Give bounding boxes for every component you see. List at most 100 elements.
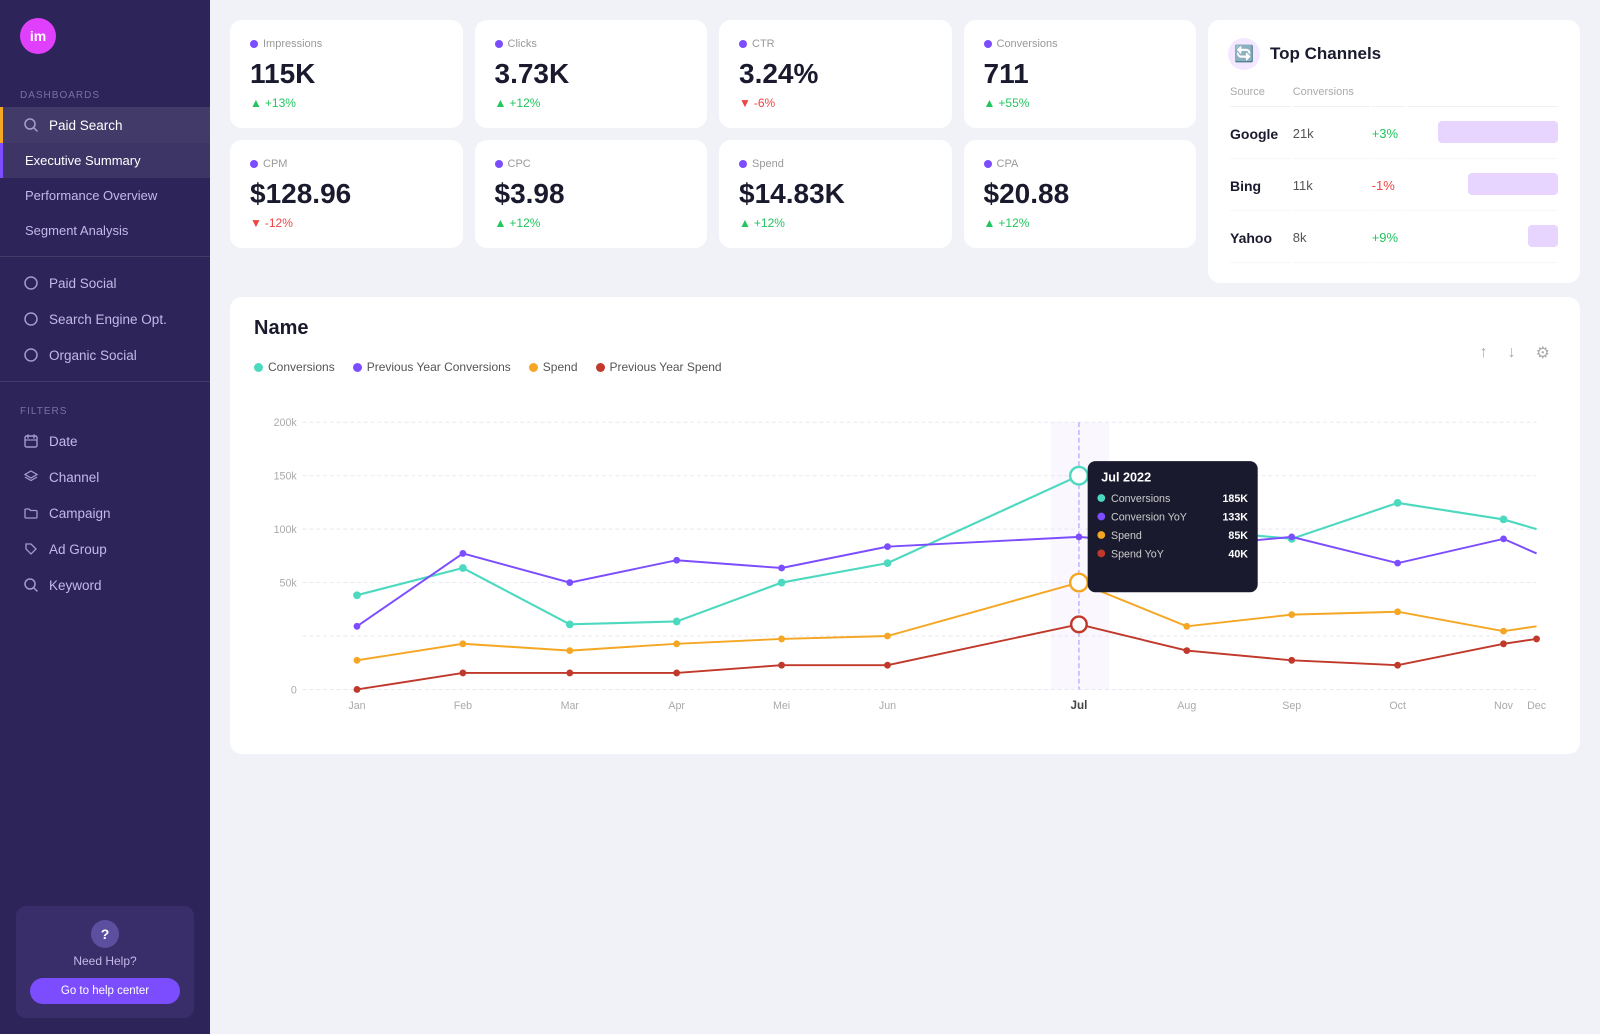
sidebar-item-label: Executive Summary (25, 153, 141, 168)
chart-download-button[interactable]: ↓ (1502, 341, 1522, 365)
legend-item: Previous Year Conversions (353, 360, 511, 374)
metric-cpa: CPA $20.88 ▲ +12% (964, 140, 1197, 248)
help-text: Need Help? (30, 954, 180, 968)
col-conversions: Conversions (1293, 86, 1370, 107)
channel-change: +9% (1372, 213, 1405, 263)
metric-value: 711 (984, 58, 1177, 90)
arrow-up-icon: ▲ (739, 216, 751, 230)
arrow-down-icon: ▼ (250, 216, 262, 230)
chart-tooltip: Jul 2022 Conversions 185K Conversion YoY… (1088, 461, 1258, 592)
metric-value: $20.88 (984, 178, 1177, 210)
folder-icon (23, 505, 39, 521)
chart-title: Name (254, 317, 1474, 340)
sidebar-item-executive-summary[interactable]: Executive Summary (0, 143, 210, 178)
channel-source: Yahoo (1230, 213, 1291, 263)
logo-icon: im (20, 18, 56, 54)
calendar-icon (23, 433, 39, 449)
svg-text:Dec: Dec (1527, 700, 1547, 712)
channels-icon: 🔄 (1228, 38, 1260, 70)
sidebar-item-segment-analysis[interactable]: Segment Analysis (0, 213, 210, 248)
sidebar-item-organic-social[interactable]: Organic Social (0, 337, 210, 373)
svg-text:Spend YoY: Spend YoY (1111, 548, 1164, 560)
sidebar-item-paid-social[interactable]: Paid Social (0, 265, 210, 301)
svg-text:Sep: Sep (1282, 700, 1301, 712)
sidebar: im DASHBOARDS Paid Search Executive Summ… (0, 0, 210, 1034)
arrow-up-icon: ▲ (250, 96, 262, 110)
help-box: ? Need Help? Go to help center (16, 906, 194, 1018)
metric-change: ▼ -12% (250, 216, 443, 230)
chart-settings-button[interactable]: ⚙ (1530, 341, 1556, 365)
legend-dot (254, 363, 263, 372)
col-bar (1407, 86, 1558, 107)
metric-change: ▼ -6% (739, 96, 932, 110)
filter-date-label: Date (49, 434, 78, 449)
filters-label: FILTERS (0, 390, 210, 423)
help-center-button[interactable]: Go to help center (30, 978, 180, 1004)
channel-row: Google 21k +3% (1230, 109, 1558, 159)
svg-text:Spend: Spend (1111, 530, 1142, 542)
svg-text:Aug: Aug (1177, 700, 1196, 712)
metric-value: 115K (250, 58, 443, 90)
circle-icon-organic (23, 347, 39, 363)
chart-card: Name ConversionsPrevious Year Conversion… (230, 297, 1580, 754)
svg-text:Jul 2022: Jul 2022 (1101, 471, 1151, 485)
search-icon (23, 117, 39, 133)
sidebar-item-label: Paid Social (49, 276, 117, 291)
metric-dot (984, 40, 992, 48)
sidebar-item-seo[interactable]: Search Engine Opt. (0, 301, 210, 337)
channels-table: Source Conversions Google 21k +3% Bing 1… (1228, 84, 1560, 265)
filter-campaign[interactable]: Campaign (0, 495, 210, 531)
channel-conversions: 21k (1293, 109, 1370, 159)
filter-date[interactable]: Date (0, 423, 210, 459)
metrics-row-2: CPM $128.96 ▼ -12% CPC $3.98 ▲ (230, 140, 1196, 248)
metrics-row-1: Impressions 115K ▲ +13% Clicks 3.73K (230, 20, 1196, 128)
svg-text:40K: 40K (1228, 548, 1248, 560)
metric-change: ▲ +12% (984, 216, 1177, 230)
metric-value: 3.24% (739, 58, 932, 90)
circle-icon (23, 275, 39, 291)
metric-change: ▲ +12% (739, 216, 932, 230)
chart-svg: 200k 150k 100k 50k 0 (254, 398, 1556, 738)
sidebar-item-performance-overview[interactable]: Performance Overview (0, 178, 210, 213)
channel-conversions: 11k (1293, 161, 1370, 211)
svg-text:Conversion YoY: Conversion YoY (1111, 511, 1187, 523)
arrow-up-icon: ▲ (495, 96, 507, 110)
filter-adgroup[interactable]: Ad Group (0, 531, 210, 567)
chart-legend: ConversionsPrevious Year ConversionsSpen… (254, 360, 1474, 374)
svg-text:85K: 85K (1228, 530, 1248, 542)
channel-bar-cell (1407, 161, 1558, 211)
sidebar-item-label: Paid Search (49, 118, 123, 133)
channel-bar-cell (1407, 213, 1558, 263)
metric-ctr: CTR 3.24% ▼ -6% (719, 20, 952, 128)
filter-keyword-label: Keyword (49, 578, 102, 593)
channel-row: Bing 11k -1% (1230, 161, 1558, 211)
top-channels-card: 🔄 Top Channels Source Conversions Google… (1208, 20, 1580, 283)
channel-change: -1% (1372, 161, 1405, 211)
svg-text:Mar: Mar (561, 700, 580, 712)
col-source: Source (1230, 86, 1291, 107)
svg-text:0: 0 (291, 684, 297, 696)
metric-dot (250, 40, 258, 48)
metric-change: ▲ +12% (495, 216, 688, 230)
metric-dot (739, 160, 747, 168)
metric-impressions: Impressions 115K ▲ +13% (230, 20, 463, 128)
metric-change: ▲ +55% (984, 96, 1177, 110)
filter-channel[interactable]: Channel (0, 459, 210, 495)
metric-change: ▲ +13% (250, 96, 443, 110)
sidebar-item-paid-search[interactable]: Paid Search (0, 107, 210, 143)
channel-source: Google (1230, 109, 1291, 159)
filter-keyword[interactable]: Keyword (0, 567, 210, 603)
channel-conversions: 8k (1293, 213, 1370, 263)
metric-conversions: Conversions 711 ▲ +55% (964, 20, 1197, 128)
filter-campaign-label: Campaign (49, 506, 111, 521)
svg-text:133K: 133K (1222, 511, 1248, 523)
svg-text:Feb: Feb (454, 700, 472, 712)
sidebar-item-label: Segment Analysis (25, 223, 128, 238)
arrow-down-icon: ▼ (739, 96, 751, 110)
arrow-up-icon: ▲ (984, 96, 996, 110)
svg-text:Nov: Nov (1494, 700, 1514, 712)
svg-text:Jul: Jul (1071, 699, 1088, 712)
svg-text:Apr: Apr (668, 700, 685, 712)
chart-upload-button[interactable]: ↑ (1474, 341, 1494, 365)
circle-icon-seo (23, 311, 39, 327)
